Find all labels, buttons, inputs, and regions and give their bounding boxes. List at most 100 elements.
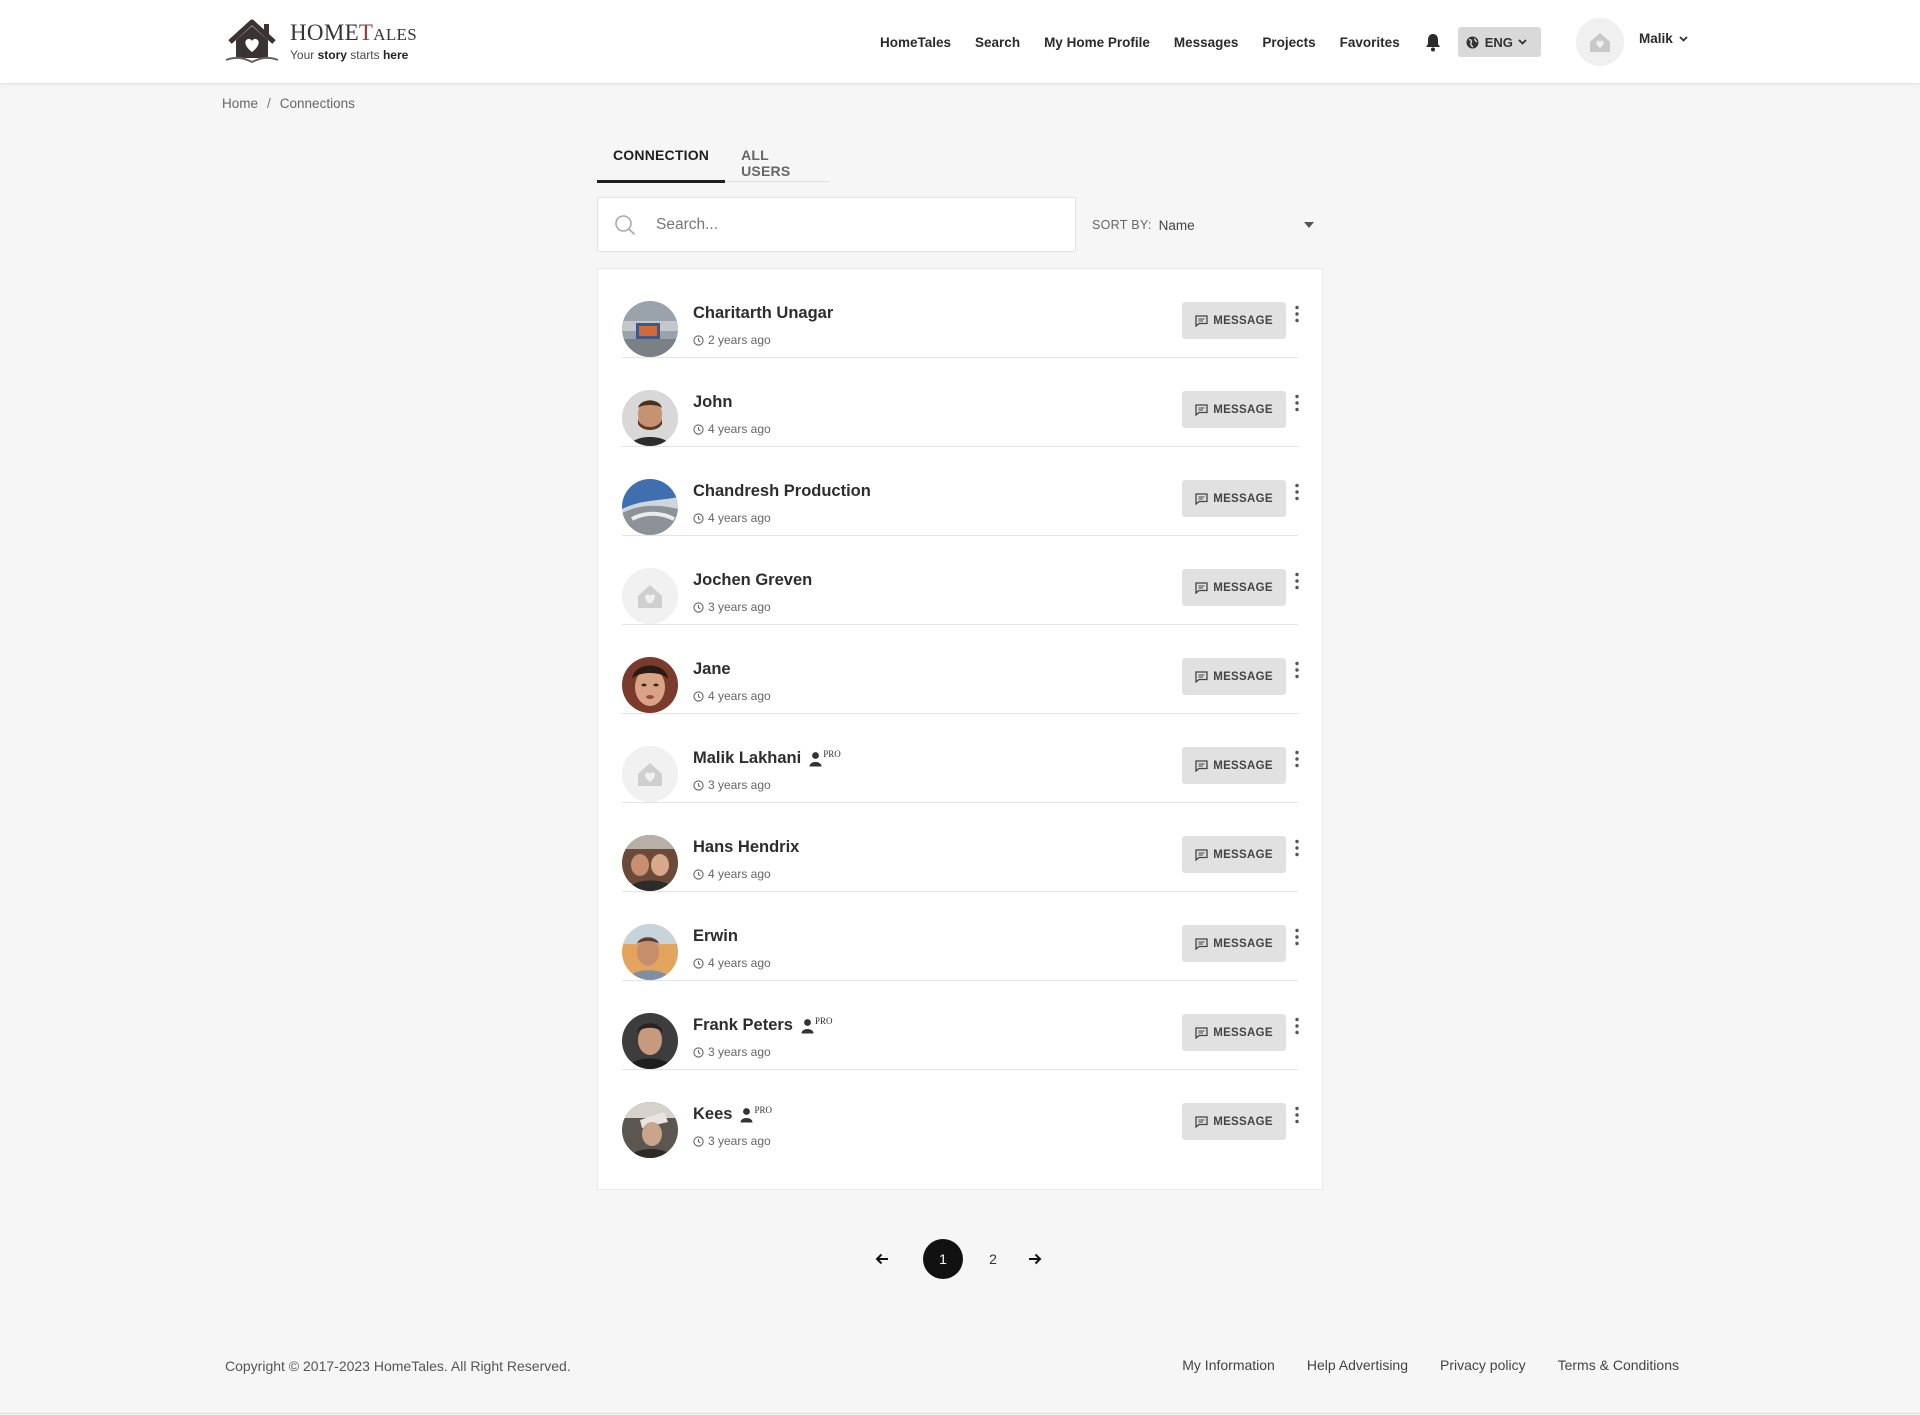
chat-icon <box>1195 403 1208 416</box>
connection-name[interactable]: Hans Hendrix <box>693 838 799 857</box>
connection-name[interactable]: Jane <box>693 660 731 679</box>
logo-tagline: Your story starts here <box>290 47 409 62</box>
top-header: HOMETALES Your story starts here HomeTal… <box>0 0 1920 84</box>
user-name: Malik <box>1639 31 1673 46</box>
chat-icon <box>1195 492 1208 505</box>
user-avatar[interactable] <box>1576 18 1624 66</box>
connection-time: 4 years ago <box>693 867 771 881</box>
connection-name[interactable]: Frank Peters PRO <box>693 1016 832 1035</box>
connection-row: Chandresh Production 4 years ago MESSAGE <box>622 447 1300 536</box>
message-button[interactable]: MESSAGE <box>1182 836 1286 873</box>
sort-by-dropdown[interactable]: SORT BY: Name <box>1092 213 1314 237</box>
avatar[interactable] <box>622 301 678 357</box>
footer-link-my-information[interactable]: My Information <box>1182 1357 1275 1373</box>
footer-link-help-advertising[interactable]: Help Advertising <box>1307 1357 1408 1373</box>
avatar[interactable] <box>622 1102 678 1158</box>
footer-links: My Information Help Advertising Privacy … <box>1150 1357 1679 1373</box>
nav-hometales[interactable]: HomeTales <box>880 35 951 50</box>
arrow-right-icon <box>1029 1253 1042 1265</box>
pro-badge: PRO <box>801 1016 832 1034</box>
avatar[interactable] <box>622 390 678 446</box>
nav-messages[interactable]: Messages <box>1174 35 1239 50</box>
breadcrumb-current: Connections <box>279 96 355 111</box>
connection-name[interactable]: Chandresh Production <box>693 482 871 501</box>
breadcrumb-home[interactable]: Home <box>222 96 258 111</box>
more-options-icon[interactable] <box>1294 750 1300 768</box>
avatar[interactable] <box>622 746 678 802</box>
connection-name[interactable]: Charitarth Unagar <box>693 304 833 323</box>
avatar[interactable] <box>622 568 678 624</box>
message-button[interactable]: MESSAGE <box>1182 391 1286 428</box>
connection-name[interactable]: Erwin <box>693 927 738 946</box>
globe-icon <box>1466 36 1479 48</box>
avatar[interactable] <box>622 479 678 535</box>
chat-icon <box>1195 759 1208 772</box>
breadcrumb: Home / Connections <box>222 96 355 111</box>
more-options-icon[interactable] <box>1294 572 1300 590</box>
message-button[interactable]: MESSAGE <box>1182 480 1286 517</box>
footer-link-privacy-policy[interactable]: Privacy policy <box>1440 1357 1526 1373</box>
more-options-icon[interactable] <box>1294 305 1300 323</box>
message-button[interactable]: MESSAGE <box>1182 1014 1286 1051</box>
connection-name[interactable]: John <box>693 393 732 412</box>
message-button[interactable]: MESSAGE <box>1182 925 1286 962</box>
message-button[interactable]: MESSAGE <box>1182 747 1286 784</box>
nav-search[interactable]: Search <box>975 35 1020 50</box>
nav-favorites[interactable]: Favorites <box>1340 35 1400 50</box>
default-avatar-icon <box>1590 33 1610 52</box>
default-avatar-icon <box>622 746 678 802</box>
more-options-icon[interactable] <box>1294 394 1300 412</box>
avatar-photo-icon <box>622 835 678 891</box>
footer-link-terms-conditions[interactable]: Terms & Conditions <box>1558 1357 1679 1373</box>
default-avatar-icon <box>622 568 678 624</box>
message-button[interactable]: MESSAGE <box>1182 1103 1286 1140</box>
user-menu[interactable]: Malik <box>1639 31 1688 46</box>
nav-my-home-profile[interactable]: My Home Profile <box>1044 35 1150 50</box>
connections-list: Charitarth Unagar 2 years ago MESSAGE Jo… <box>597 268 1323 1190</box>
connection-row: Hans Hendrix 4 years ago MESSAGE <box>622 803 1300 892</box>
message-button[interactable]: MESSAGE <box>1182 569 1286 606</box>
chat-icon <box>1195 1115 1208 1128</box>
connection-row: Jane 4 years ago MESSAGE <box>622 625 1300 714</box>
more-options-icon[interactable] <box>1294 1106 1300 1124</box>
more-options-icon[interactable] <box>1294 928 1300 946</box>
message-button[interactable]: MESSAGE <box>1182 658 1286 695</box>
nav-projects[interactable]: Projects <box>1262 35 1315 50</box>
message-button[interactable]: MESSAGE <box>1182 302 1286 339</box>
prev-page-button[interactable] <box>870 1247 894 1271</box>
more-options-icon[interactable] <box>1294 661 1300 679</box>
copyright-text: Copyright © 2017-2023 HomeTales. All Rig… <box>225 1358 571 1374</box>
tab-all-users[interactable]: ALL USERS <box>725 140 829 182</box>
more-options-icon[interactable] <box>1294 839 1300 857</box>
more-options-icon[interactable] <box>1294 1017 1300 1035</box>
connection-name[interactable]: Malik Lakhani PRO <box>693 749 841 768</box>
clock-icon <box>693 1046 704 1058</box>
connection-row: Erwin 4 years ago MESSAGE <box>622 892 1300 981</box>
connection-row: Malik Lakhani PRO 3 years ago MESSAGE <box>622 714 1300 803</box>
next-page-button[interactable] <box>1023 1247 1047 1271</box>
tab-connection[interactable]: CONNECTION <box>597 140 726 183</box>
clock-icon <box>693 512 704 524</box>
chevron-down-icon <box>1679 35 1688 42</box>
connection-time: 4 years ago <box>693 511 771 525</box>
pro-user-icon <box>740 1107 753 1122</box>
clock-icon <box>693 334 704 346</box>
hometales-logo[interactable]: HOMETALES Your story starts here <box>222 15 432 67</box>
bell-icon[interactable] <box>1424 32 1442 52</box>
avatar-photo-icon <box>622 657 678 713</box>
search-input[interactable] <box>656 215 1036 234</box>
language-selector[interactable]: ENG <box>1457 27 1541 57</box>
caret-down-icon <box>1304 222 1314 228</box>
avatar[interactable] <box>622 1013 678 1069</box>
avatar[interactable] <box>622 657 678 713</box>
more-options-icon[interactable] <box>1294 483 1300 501</box>
connection-name[interactable]: Jochen Greven <box>693 571 812 590</box>
chat-icon <box>1195 848 1208 861</box>
page-2-button[interactable]: 2 <box>973 1239 1013 1279</box>
avatar[interactable] <box>622 924 678 980</box>
connection-name[interactable]: Kees PRO <box>693 1105 772 1124</box>
page-1-button[interactable]: 1 <box>923 1239 963 1279</box>
connection-time: 4 years ago <box>693 956 771 970</box>
clock-icon <box>693 601 704 613</box>
avatar[interactable] <box>622 835 678 891</box>
